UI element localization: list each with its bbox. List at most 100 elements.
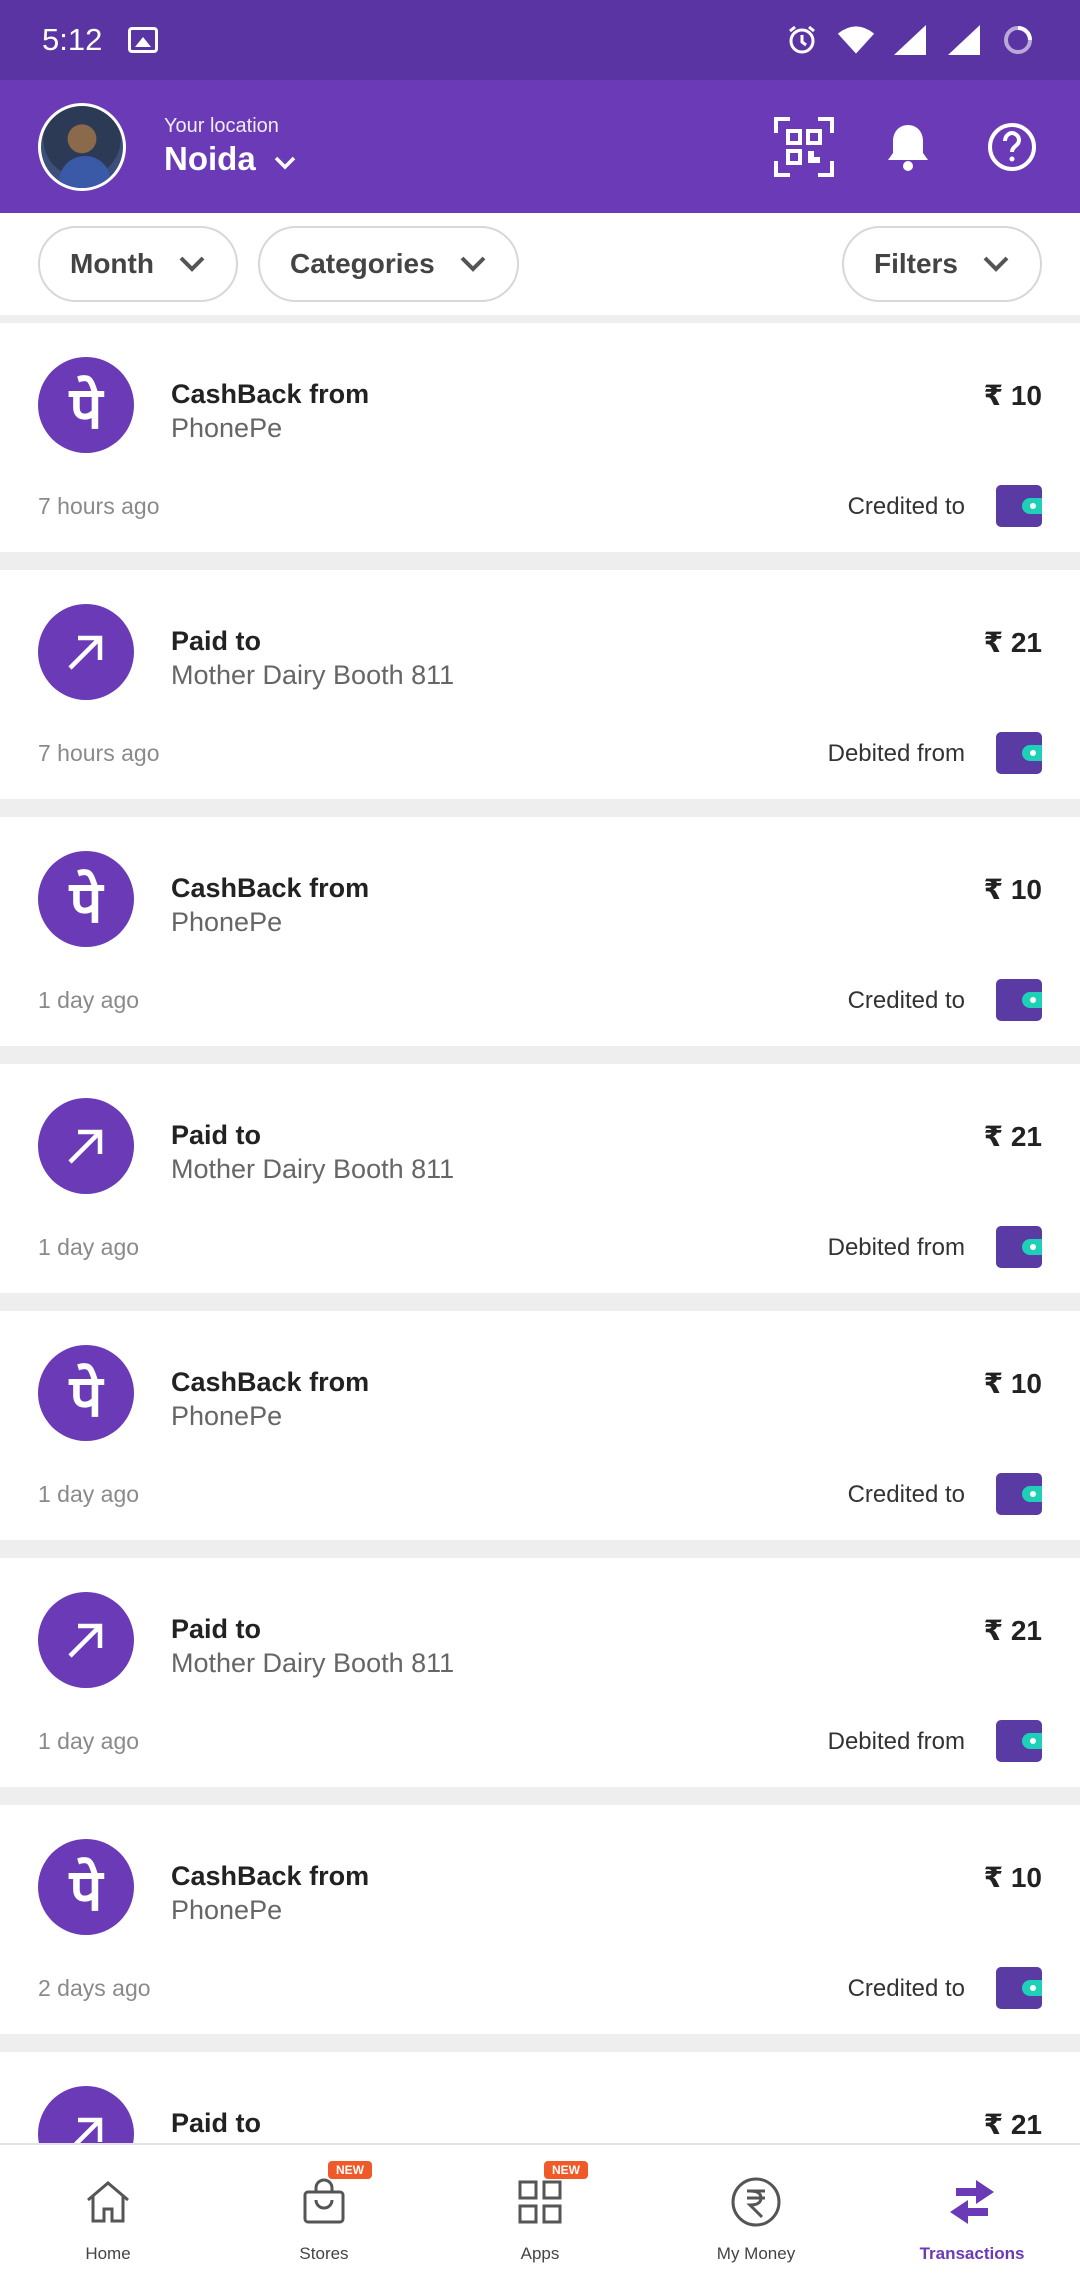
transaction-item[interactable]: Paid to Mother Dairy Booth 811 ₹ 21 7 ho… xyxy=(0,570,1080,799)
arrow-up-right-icon xyxy=(38,1098,134,1194)
header-actions xyxy=(774,116,1042,177)
arrow-up-right-icon xyxy=(38,604,134,700)
transaction-amount: ₹ 21 xyxy=(983,1121,1042,1152)
signal-icon xyxy=(890,22,930,58)
transaction-time: 2 days ago xyxy=(38,1975,151,2001)
transaction-time: 7 hours ago xyxy=(38,493,160,519)
location-label: Your location xyxy=(164,115,279,137)
shopping-bag-icon xyxy=(296,2174,352,2230)
chevron-down-icon xyxy=(459,248,487,280)
transaction-item[interactable]: Paid to Mother Dairy Booth 811 ₹ 21 1 da… xyxy=(0,1558,1080,1787)
nav-label-stores: Stores xyxy=(299,2244,349,2263)
new-badge: NEW xyxy=(544,2161,588,2179)
status-bar: 5:12 xyxy=(0,0,1080,80)
wallet-icon xyxy=(996,1967,1042,2009)
transaction-party: Mother Dairy Booth 811 xyxy=(171,660,455,690)
categories-filter-button[interactable]: Categories xyxy=(257,226,519,302)
filters-button[interactable]: Filters xyxy=(841,226,1042,302)
city-name: Noida xyxy=(164,140,256,177)
transaction-time: 1 day ago xyxy=(38,987,140,1013)
transaction-title: Paid to xyxy=(171,1120,262,1150)
wallet-icon xyxy=(996,1720,1042,1762)
signal-icon xyxy=(944,22,984,58)
apps-grid-icon xyxy=(512,2174,568,2230)
transaction-item[interactable]: Paid to ₹ 21 xyxy=(0,2052,1080,2143)
chevron-down-icon xyxy=(982,248,1010,280)
nav-item-apps[interactable]: NEW Apps xyxy=(432,2145,648,2280)
wallet-icon xyxy=(996,1473,1042,1515)
transaction-amount: ₹ 21 xyxy=(983,627,1042,658)
transaction-party: PhonePe xyxy=(171,413,283,443)
transaction-title: CashBack from xyxy=(171,873,370,903)
alarm-icon xyxy=(782,22,822,58)
transaction-party: Mother Dairy Booth 811 xyxy=(171,1648,455,1678)
transaction-party: PhonePe xyxy=(171,1895,283,1925)
wifi-icon xyxy=(836,22,876,58)
transaction-party: Mother Dairy Booth 811 xyxy=(171,1154,455,1184)
transaction-status: Debited from xyxy=(827,1234,965,1261)
qr-code-icon[interactable] xyxy=(774,116,834,177)
nav-item-transactions[interactable]: Transactions xyxy=(864,2145,1080,2280)
phonepe-logo-icon: पे xyxy=(38,1345,134,1441)
transaction-status: Debited from xyxy=(827,1728,965,1755)
avatar[interactable] xyxy=(38,102,126,191)
month-filter-label: Month xyxy=(70,248,154,279)
wallet-icon xyxy=(996,485,1042,527)
transaction-title: CashBack from xyxy=(171,1367,370,1397)
status-time: 5:12 xyxy=(42,22,103,57)
nav-label-my-money: My Money xyxy=(716,2244,796,2263)
bell-icon[interactable] xyxy=(878,117,938,177)
transaction-status: Credited to xyxy=(847,1975,965,2002)
wallet-icon xyxy=(996,1226,1042,1268)
nav-label-home: Home xyxy=(85,2244,131,2263)
help-icon[interactable] xyxy=(982,117,1042,177)
transaction-status: Credited to xyxy=(847,987,965,1014)
nav-item-stores[interactable]: NEW Stores xyxy=(216,2145,432,2280)
location-city: Noida xyxy=(164,140,296,178)
transaction-amount: ₹ 21 xyxy=(983,1615,1042,1646)
transaction-title: CashBack from xyxy=(171,1861,370,1891)
battery-icon xyxy=(998,22,1038,58)
arrow-up-right-icon xyxy=(38,2086,134,2143)
chevron-down-icon xyxy=(178,248,206,280)
filter-bar: Month Categories Filters xyxy=(0,213,1080,323)
transaction-party: PhonePe xyxy=(171,907,283,937)
nav-item-home[interactable]: Home xyxy=(0,2145,216,2280)
location-selector[interactable]: Your location Noida xyxy=(164,115,296,178)
transaction-status: Credited to xyxy=(847,493,965,520)
nav-label-transactions: Transactions xyxy=(919,2244,1025,2263)
transaction-amount: ₹ 10 xyxy=(983,380,1042,411)
filters-label: Filters xyxy=(873,248,958,279)
nav-item-my-money[interactable]: My Money xyxy=(648,2145,864,2280)
transaction-time: 7 hours ago xyxy=(38,740,160,766)
transaction-time: 1 day ago xyxy=(38,1728,140,1754)
transaction-amount: ₹ 10 xyxy=(983,1368,1042,1399)
app-header: Your location Noida xyxy=(0,80,1080,213)
home-icon xyxy=(80,2174,136,2230)
month-filter-button[interactable]: Month xyxy=(38,226,238,302)
transaction-amount: ₹ 10 xyxy=(983,1862,1042,1893)
transaction-title: Paid to xyxy=(171,2108,262,2138)
nav-label-apps: Apps xyxy=(520,2244,560,2263)
transfer-arrows-icon xyxy=(944,2174,1000,2230)
transaction-time: 1 day ago xyxy=(38,1234,140,1260)
arrow-up-right-icon xyxy=(38,1592,134,1688)
chevron-down-icon xyxy=(274,140,296,178)
transaction-list[interactable]: पे CashBack from PhonePe ₹ 10 7 hours ag… xyxy=(0,323,1080,2143)
rupee-icon xyxy=(728,2174,784,2230)
categories-filter-label: Categories xyxy=(289,248,435,279)
transaction-time: 1 day ago xyxy=(38,1481,140,1507)
transaction-status: Credited to xyxy=(847,1481,965,1508)
new-badge: NEW xyxy=(328,2161,372,2179)
transaction-item[interactable]: पे CashBack from PhonePe ₹ 10 2 days ago… xyxy=(0,1805,1080,2034)
transaction-item[interactable]: Paid to Mother Dairy Booth 811 ₹ 21 1 da… xyxy=(0,1064,1080,1293)
phonepe-logo-icon: पे xyxy=(38,851,134,947)
transaction-status: Debited from xyxy=(827,740,965,767)
transaction-item[interactable]: पे CashBack from PhonePe ₹ 10 1 day ago … xyxy=(0,1311,1080,1540)
transaction-item[interactable]: पे CashBack from PhonePe ₹ 10 1 day ago … xyxy=(0,817,1080,1046)
wallet-icon xyxy=(996,979,1042,1021)
transaction-item[interactable]: पे CashBack from PhonePe ₹ 10 7 hours ag… xyxy=(0,323,1080,552)
bottom-navigation: Home NEW Stores NEW Apps My Money Transa… xyxy=(0,2143,1080,2280)
transaction-title: Paid to xyxy=(171,1614,262,1644)
phonepe-logo-icon: पे xyxy=(38,357,134,453)
